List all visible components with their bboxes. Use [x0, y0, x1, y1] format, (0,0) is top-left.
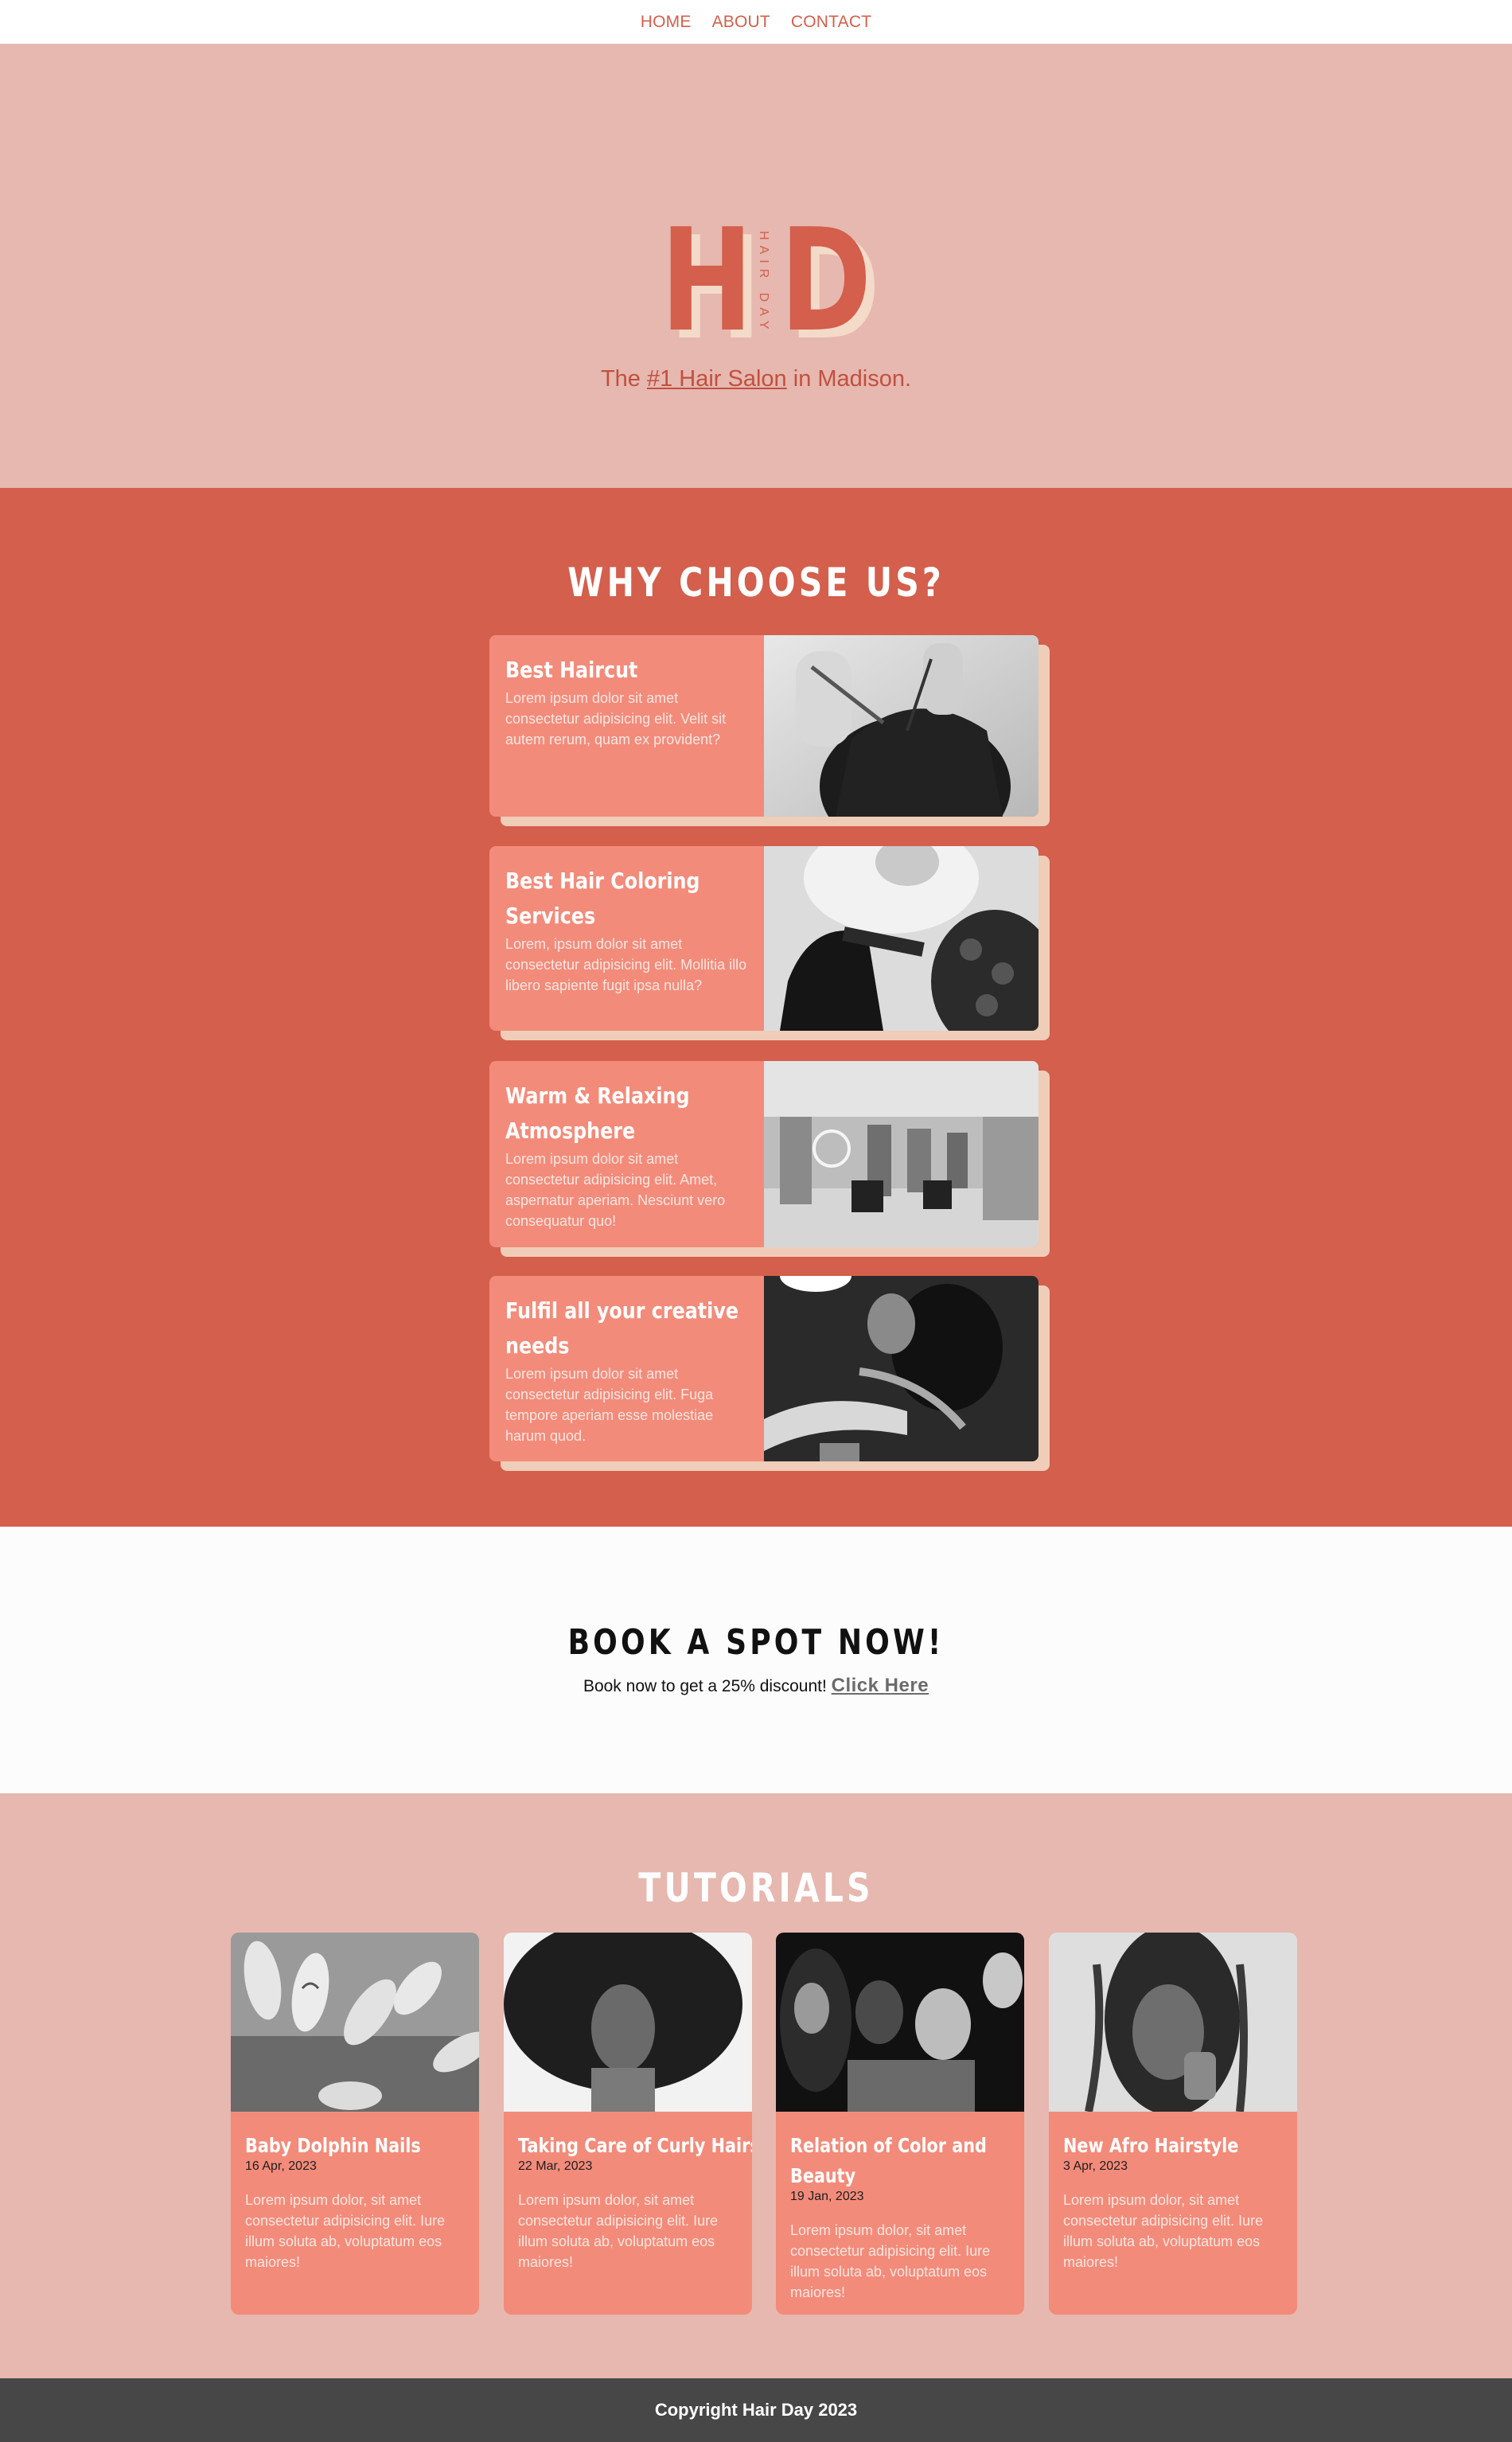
group-portrait-photo [776, 1933, 1024, 2112]
tutorial-text: Lorem ipsum dolor, sit amet consectetur … [518, 2192, 719, 2270]
card-title: Fulfil all your creative needs [505, 1297, 738, 1359]
card-text: Warm & Relaxing Atmosphere Lorem ipsum do… [489, 1061, 764, 1247]
card-body: Fulfil all your creative needs Lorem ipsu… [489, 1276, 1039, 1461]
card-description: Lorem ipsum dolor sit amet consectetur a… [505, 1366, 714, 1444]
tutorials-section: TUTORIALS Baby Dolphin Nails 16 Apr, 202… [0, 1793, 1512, 2378]
tutorial-card-body: Baby Dolphin Nails 16 Apr, 2023 Lorem ip… [231, 2112, 479, 2272]
card-description: Lorem ipsum dolor sit amet consectetur a… [505, 1151, 726, 1229]
feature-card: Best Haircut Lorem ipsum dolor sit amet … [489, 635, 1050, 826]
card-description: Lorem, ipsum dolor sit amet consectetur … [505, 936, 747, 993]
tutorial-date: 19 Jan, 2023 [790, 2190, 864, 2203]
feature-card: Fulfil all your creative needs Lorem ipsu… [489, 1276, 1050, 1471]
tutorial-card-body: New Afro Hairstyle 3 Apr, 2023 Lorem ips… [1049, 2112, 1297, 2272]
card-body: Best Haircut Lorem ipsum dolor sit amet … [489, 635, 1039, 817]
curly-hair-photo [504, 1933, 752, 2112]
card-body: Best Hair Coloring Services Lorem, ipsum … [489, 846, 1039, 1031]
nails-photo [231, 1933, 479, 2112]
tutorial-text: Lorem ipsum dolor, sit amet consectetur … [1063, 2192, 1264, 2270]
tutorial-title: Taking Care of Curly Hairs [518, 2134, 752, 2157]
hair-coloring-photo [764, 846, 1039, 1031]
hero-tagline: The #1 Hair Salon in Madison. [0, 366, 1512, 392]
tutorial-title: Baby Dolphin Nails [245, 2134, 421, 2157]
tutorial-title: New Afro Hairstyle [1063, 2134, 1239, 2157]
afro-braids-photo [1049, 1933, 1297, 2116]
nail-artist-photo [764, 1276, 1039, 1461]
book-title: BOOK A SPOT NOW! [567, 1622, 945, 1663]
nav-contact-link[interactable]: CONTACT [791, 13, 871, 32]
tagline-suffix: in Madison. [786, 366, 912, 392]
nav-home-link[interactable]: HOME [641, 13, 692, 32]
top-nav: HOME ABOUT CONTACT [0, 0, 1512, 44]
tutorial-card[interactable]: Taking Care of Curly Hairs 22 Mar, 2023 … [504, 1933, 752, 2315]
nav-about-link[interactable]: ABOUT [712, 13, 770, 32]
tagline-link[interactable]: #1 Hair Salon [647, 366, 787, 392]
tagline-prefix: The [600, 366, 647, 392]
tutorial-card[interactable]: New Afro Hairstyle 3 Apr, 2023 Lorem ips… [1049, 1933, 1297, 2315]
haircut-photo [764, 635, 1039, 817]
tutorial-card[interactable]: Baby Dolphin Nails 16 Apr, 2023 Lorem ip… [231, 1933, 479, 2315]
tutorials-title: TUTORIALS [638, 1865, 874, 1911]
tutorial-card-body: Taking Care of Curly Hairs 22 Mar, 2023 … [504, 2112, 752, 2272]
card-title: Warm & Relaxing Atmosphere [505, 1083, 690, 1144]
card-text: Best Hair Coloring Services Lorem, ipsum … [489, 846, 764, 1031]
logo-letter-h: H [661, 198, 754, 363]
card-title: Best Haircut [505, 657, 638, 683]
tutorial-text: Lorem ipsum dolor, sit amet consectetur … [245, 2192, 446, 2270]
card-body: Warm & Relaxing Atmosphere Lorem ipsum do… [489, 1061, 1039, 1247]
card-title: Best Hair Coloring Services [505, 868, 700, 929]
why-title: WHY CHOOSE US? [567, 560, 945, 606]
feature-card: Best Hair Coloring Services Lorem, ipsum … [489, 846, 1050, 1040]
tutorial-date: 16 Apr, 2023 [245, 2159, 317, 2173]
salon-interior-photo [764, 1061, 1039, 1247]
tutorial-date: 22 Mar, 2023 [518, 2159, 593, 2173]
book-click-here-link[interactable]: Click Here [832, 1675, 929, 1696]
tutorial-card-body: Relation of Color and Beauty 19 Jan, 2023… [776, 2112, 1024, 2303]
card-text: Best Haircut Lorem ipsum dolor sit amet … [489, 635, 764, 817]
book-section: BOOK A SPOT NOW! Book now to get a 25% d… [0, 1527, 1512, 1793]
feature-card: Warm & Relaxing Atmosphere Lorem ipsum do… [489, 1061, 1050, 1257]
tutorial-card[interactable]: Relation of Color and Beauty 19 Jan, 2023… [776, 1933, 1024, 2315]
book-subtext: Book now to get a 25% discount! Click He… [0, 1675, 1512, 1697]
why-choose-us-section: WHY CHOOSE US? Best Haircut Lorem ipsum … [0, 488, 1512, 1527]
tutorial-title: Relation of Color and Beauty [790, 2134, 987, 2187]
footer-copyright: Copyright Hair Day 2023 [654, 2400, 858, 2420]
tutorial-date: 3 Apr, 2023 [1063, 2159, 1128, 2173]
hero-section: H D HAIR DAY The #1 Hair Salon in Madiso… [0, 44, 1512, 488]
card-description: Lorem ipsum dolor sit amet consectetur a… [505, 690, 727, 747]
logo-letter-d: D [780, 198, 872, 363]
tutorial-text: Lorem ipsum dolor, sit amet consectetur … [790, 2222, 991, 2300]
footer: Copyright Hair Day 2023 [0, 2378, 1512, 2442]
logo-vertical-text: HAIR DAY [757, 231, 770, 335]
card-text: Fulfil all your creative needs Lorem ipsu… [489, 1276, 764, 1461]
book-offer-text: Book now to get a 25% discount! [583, 1677, 832, 1695]
